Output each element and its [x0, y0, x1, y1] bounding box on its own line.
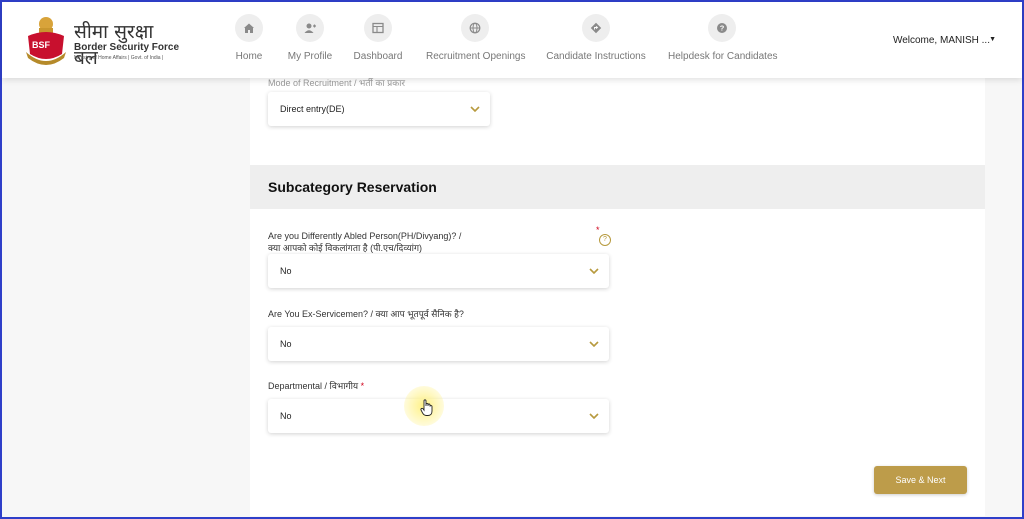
nav-candidate-instructions-label: Candidate Instructions — [546, 51, 646, 62]
user-add-icon — [296, 14, 324, 42]
required-asterisk: * — [596, 225, 600, 235]
form-panel — [250, 78, 985, 516]
nav-home-label: Home — [235, 51, 263, 62]
departmental-value: No — [280, 411, 292, 421]
required-asterisk: * — [360, 381, 365, 391]
differently-abled-value: No — [280, 266, 292, 276]
nav-helpdesk[interactable]: ? Helpdesk for Candidates — [668, 14, 778, 62]
departmental-label: Departmental / विभागीय * — [268, 380, 364, 392]
caret-down-icon[interactable]: ▼ — [989, 36, 996, 43]
bsf-logo[interactable]: BSF सीमा सुरक्षा बल Border Security Forc… — [22, 12, 182, 72]
nav-candidate-instructions[interactable]: Candidate Instructions — [546, 14, 646, 62]
nav-helpdesk-label: Helpdesk for Candidates — [668, 51, 778, 62]
top-header: BSF सीमा सुरक्षा बल Border Security Forc… — [2, 2, 1022, 78]
mode-of-recruitment-select[interactable]: Direct entry(DE) — [268, 92, 490, 126]
nav-recruitment-openings-label: Recruitment Openings — [426, 51, 526, 62]
nav-my-profile[interactable]: My Profile — [285, 14, 335, 62]
chevron-down-icon — [589, 268, 599, 274]
ex-servicemen-value: No — [280, 339, 292, 349]
chevron-down-icon — [589, 341, 599, 347]
nav-my-profile-label: My Profile — [287, 51, 333, 62]
svg-text:?: ? — [720, 24, 725, 33]
welcome-user-menu[interactable]: Welcome, MANISH ... — [893, 35, 990, 46]
nav-home[interactable]: Home — [227, 14, 271, 62]
section-header: Subcategory Reservation — [250, 165, 985, 209]
differently-abled-label: Are you Differently Abled Person(PH/Divy… — [268, 230, 461, 254]
logo-ministry: Ministry of Home Affairs | Govt. of Indi… — [74, 55, 164, 61]
ex-servicemen-label: Are You Ex-Servicemen? / क्या आप भूतपूर्… — [268, 309, 464, 319]
globe-icon — [461, 14, 489, 42]
section-title: Subcategory Reservation — [268, 179, 437, 195]
differently-abled-select[interactable]: No — [268, 254, 609, 288]
departmental-label-text: Departmental / विभागीय — [268, 381, 359, 391]
nav-dashboard-label: Dashboard — [353, 51, 403, 62]
logo-badge-text: BSF — [32, 40, 50, 50]
ex-servicemen-select[interactable]: No — [268, 327, 609, 361]
chevron-down-icon — [589, 413, 599, 419]
logo-title-english: Border Security Force — [74, 42, 180, 53]
differently-abled-label-hi: क्या आपको कोई विकलांगता है (पी.एच/दिव्या… — [268, 243, 423, 253]
home-icon — [235, 14, 263, 42]
nav-dashboard[interactable]: Dashboard — [353, 14, 403, 62]
hand-cursor-icon — [420, 399, 433, 416]
directions-icon — [582, 14, 610, 42]
dashboard-icon — [364, 14, 392, 42]
question-help-icon[interactable]: ? — [599, 234, 611, 246]
chevron-down-icon — [470, 106, 480, 112]
save-next-button[interactable]: Save & Next — [874, 466, 967, 494]
differently-abled-label-en: Are you Differently Abled Person(PH/Divy… — [268, 231, 462, 241]
mode-of-recruitment-value: Direct entry(DE) — [280, 104, 345, 114]
help-icon: ? — [708, 14, 736, 42]
nav-recruitment-openings[interactable]: Recruitment Openings — [426, 14, 526, 62]
